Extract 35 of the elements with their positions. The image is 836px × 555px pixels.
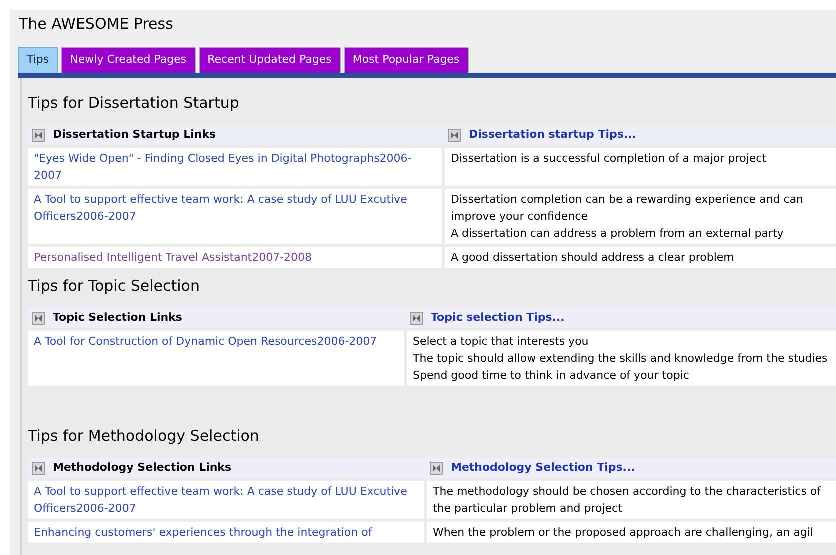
- column-header: Methodology Selection Links: [53, 460, 232, 476]
- column-toggle-icon[interactable]: [32, 312, 45, 324]
- tip-text: When the problem or the proposed approach are challenging, an agil: [433, 525, 815, 541]
- section-heading: Tips for Topic Selection: [28, 276, 201, 296]
- tab[interactable]: Recent Updated Pages: [198, 47, 341, 73]
- column-toggle-icon[interactable]: [32, 128, 45, 142]
- section-heading: Tips for Methodology Selection: [28, 426, 260, 446]
- column-toggle-icon[interactable]: [430, 462, 443, 474]
- page-link[interactable]: Enhancing customers' experiences through the integration of: [34, 524, 418, 541]
- tab[interactable]: Most Popular Pages: [344, 47, 469, 73]
- site-title: The AWESOME Press: [18, 14, 174, 35]
- column-header-link[interactable]: Topic selection Tips...: [431, 310, 565, 326]
- column-header-link[interactable]: Dissertation startup Tips...: [469, 126, 636, 144]
- tip-text: A dissertation can address a problem from an external party: [451, 226, 785, 242]
- tip-text: The methodology should be chosen according to the characteristics of the particular problem and project: [433, 484, 822, 517]
- column-toggle-icon[interactable]: [32, 462, 45, 474]
- tab[interactable]: Tips: [18, 47, 58, 73]
- column-header: Dissertation Startup Links: [53, 126, 216, 143]
- tip-text: Dissertation is a successful completion of a major project: [451, 151, 768, 167]
- tip-text: Select a topic that interests you: [413, 334, 590, 350]
- page-link[interactable]: A Tool for Construction of Dynamic Open Resources2006-2007: [34, 333, 398, 350]
- page-link[interactable]: A Tool to support effective team work: A case study of LUU Excutive Officers2006-2007: [34, 191, 436, 225]
- page-link[interactable]: Personalised Intelligent Travel Assistant2007-2008: [34, 249, 436, 266]
- column-header: Topic Selection Links: [53, 310, 182, 326]
- tip-text: The topic should allow extending the skills and knowledge from the studies: [413, 351, 829, 367]
- tip-text: A good dissertation should address a clear problem: [451, 250, 736, 266]
- tip-text: Spend good time to think in advance of your topic: [413, 368, 690, 384]
- column-toggle-icon[interactable]: [448, 128, 461, 142]
- tip-text: Dissertation completion can be a rewarding experience and can improve your confidence: [451, 192, 805, 225]
- page-link[interactable]: "Eyes Wide Open" - Finding Closed Eyes in Digital Photographs2006-2007: [34, 150, 436, 184]
- column-toggle-icon[interactable]: [410, 312, 423, 324]
- tab[interactable]: Newly Created Pages: [61, 47, 196, 73]
- column-header-link[interactable]: Methodology Selection Tips...: [451, 460, 636, 476]
- section-heading: Tips for Dissertation Startup: [28, 93, 240, 113]
- page-link[interactable]: A Tool to support effective team work: A case study of LUU Excutive Officers2006-2007: [34, 483, 418, 517]
